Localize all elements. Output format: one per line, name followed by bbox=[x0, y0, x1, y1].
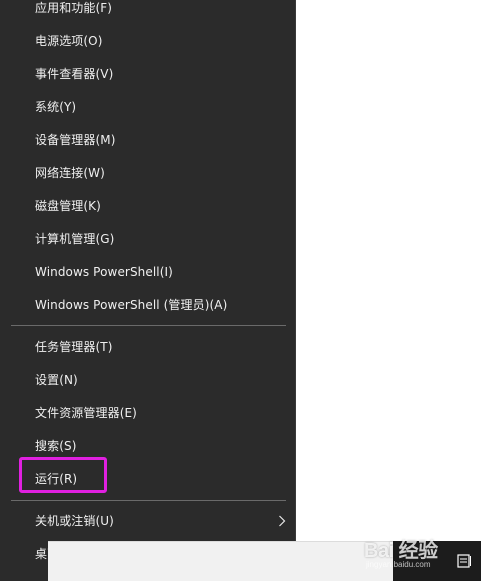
menu-item-label: Windows PowerShell(I) bbox=[35, 264, 173, 279]
menu-item-label: 搜索(S) bbox=[35, 439, 77, 453]
menu-item-label: 关机或注销(U) bbox=[35, 514, 114, 528]
menu-item-shutdown-signout[interactable]: 关机或注销(U) bbox=[0, 504, 296, 537]
menu-item-label: 设备管理器(M) bbox=[35, 133, 116, 147]
menu-item-device-manager[interactable]: 设备管理器(M) bbox=[0, 123, 296, 156]
menu-item-event-viewer[interactable]: 事件查看器(V) bbox=[0, 57, 296, 90]
menu-item-label: 设置(N) bbox=[35, 373, 78, 387]
menu-item-label: 任务管理器(T) bbox=[35, 340, 113, 354]
menu-item-powershell[interactable]: Windows PowerShell(I) bbox=[0, 255, 296, 288]
menu-item-label: 计算机管理(G) bbox=[35, 232, 115, 246]
menu-item-task-manager[interactable]: 任务管理器(T) bbox=[0, 330, 296, 363]
chevron-right-icon bbox=[279, 515, 286, 526]
menu-item-label: 应用和功能(F) bbox=[35, 1, 113, 15]
menu-item-label: 系统(Y) bbox=[35, 100, 77, 114]
menu-item-power-options[interactable]: 电源选项(O) bbox=[0, 24, 296, 57]
menu-item-label: 电源选项(O) bbox=[35, 34, 103, 48]
taskbar-search-area[interactable] bbox=[48, 541, 393, 581]
menu-item-apps-features[interactable]: 应用和功能(F) bbox=[0, 0, 296, 24]
menu-item-disk-management[interactable]: 磁盘管理(K) bbox=[0, 189, 296, 222]
highlight-annotation-box bbox=[19, 457, 107, 493]
notification-icon[interactable] bbox=[457, 553, 473, 569]
menu-item-label: 网络连接(W) bbox=[35, 166, 105, 180]
taskbar-tray bbox=[393, 541, 481, 581]
menu-item-powershell-admin[interactable]: Windows PowerShell (管理员)(A) bbox=[0, 288, 296, 321]
menu-item-settings[interactable]: 设置(N) bbox=[0, 363, 296, 396]
menu-item-label: 磁盘管理(K) bbox=[35, 199, 101, 213]
winx-context-menu: 应用和功能(F) 电源选项(O) 事件查看器(V) 系统(Y) 设备管理器(M)… bbox=[0, 0, 296, 581]
menu-separator bbox=[11, 500, 286, 501]
menu-item-label: 事件查看器(V) bbox=[35, 67, 114, 81]
menu-item-file-explorer[interactable]: 文件资源管理器(E) bbox=[0, 396, 296, 429]
menu-item-network-connections[interactable]: 网络连接(W) bbox=[0, 156, 296, 189]
menu-item-label: Windows PowerShell (管理员)(A) bbox=[35, 298, 228, 312]
menu-item-computer-management[interactable]: 计算机管理(G) bbox=[0, 222, 296, 255]
menu-item-system[interactable]: 系统(Y) bbox=[0, 90, 296, 123]
menu-separator bbox=[11, 325, 286, 326]
menu-item-label: 文件资源管理器(E) bbox=[35, 406, 137, 420]
